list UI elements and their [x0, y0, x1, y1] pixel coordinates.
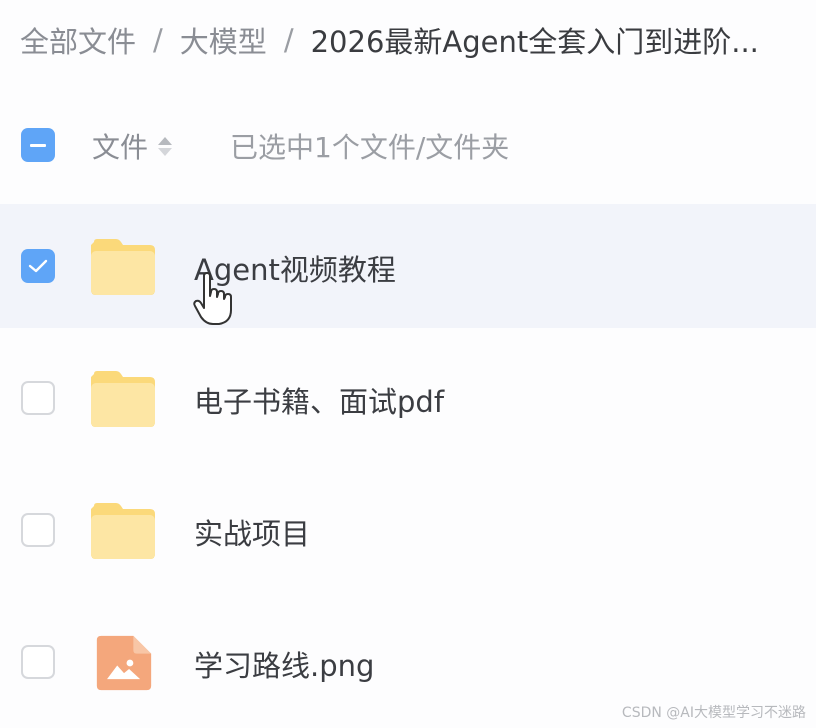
- file-name[interactable]: 学习路线.png: [194, 643, 374, 685]
- breadcrumb-all-files[interactable]: 全部文件: [20, 19, 136, 61]
- list-header: 文件 已选中1个文件/文件夹: [0, 116, 816, 174]
- checkmark-icon: [28, 259, 48, 273]
- image-file-icon: [96, 635, 152, 691]
- row-checkbox[interactable]: [21, 645, 55, 679]
- select-all-checkbox[interactable]: [21, 128, 55, 162]
- breadcrumb-separator: /: [153, 23, 163, 57]
- file-row[interactable]: Agent视频教程: [0, 204, 816, 328]
- selection-status: 已选中1个文件/文件夹: [230, 131, 510, 164]
- breadcrumb-current-folder: 2026最新Agent全套入门到进阶...: [310, 25, 759, 59]
- file-name[interactable]: 实战项目: [194, 511, 310, 553]
- column-name-label: 文件: [92, 131, 149, 164]
- breadcrumb: 全部文件 / 大模型 / 2026最新Agent全套入门到进阶...: [20, 18, 800, 62]
- folder-icon: [91, 503, 155, 559]
- watermark: CSDN @AI大模型学习不迷路: [621, 705, 806, 721]
- minus-icon: [30, 143, 46, 147]
- hand-pointer-cursor: [193, 272, 232, 325]
- folder-icon: [91, 239, 155, 295]
- file-row[interactable]: 电子书籍、面试pdf: [0, 336, 816, 460]
- file-row[interactable]: 实战项目: [0, 468, 816, 592]
- row-checkbox[interactable]: [21, 249, 55, 283]
- breadcrumb-separator: /: [283, 23, 294, 57]
- breadcrumb-large-model[interactable]: 大模型: [180, 19, 267, 61]
- row-checkbox[interactable]: [21, 513, 55, 547]
- sort-icon: [158, 136, 173, 156]
- sort-by-name-button[interactable]: 文件: [92, 126, 173, 166]
- row-checkbox[interactable]: [21, 381, 55, 415]
- file-name[interactable]: 电子书籍、面试pdf: [194, 379, 444, 421]
- folder-icon: [91, 371, 155, 427]
